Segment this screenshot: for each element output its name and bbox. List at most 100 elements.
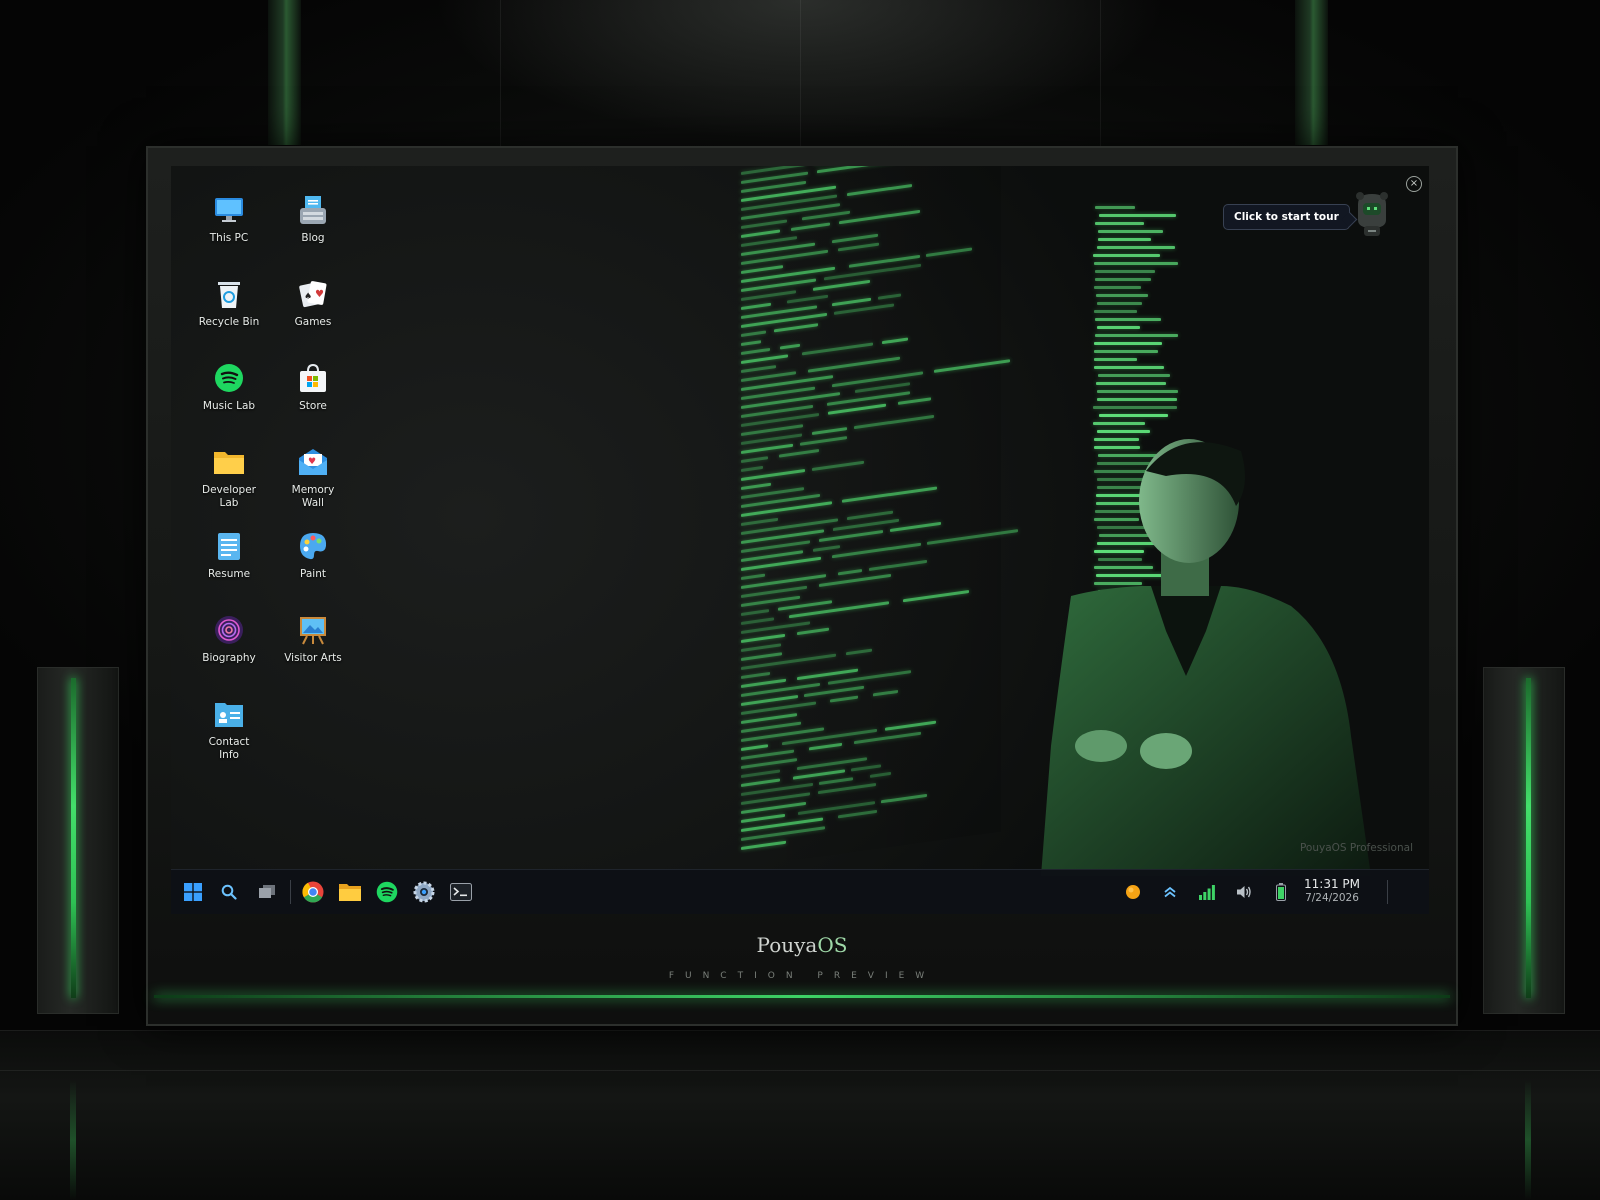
desktop-icon-resume[interactable]: Resume [197, 530, 261, 581]
code-line [741, 347, 770, 355]
code-line [741, 801, 807, 814]
desktop-icon-biography[interactable]: Biography [197, 614, 261, 665]
desktop-icon-contact-info[interactable]: Contact Info [197, 698, 261, 762]
code-line [1096, 382, 1167, 385]
status-dot-icon [1126, 885, 1140, 899]
code-line [1097, 246, 1176, 249]
code-line [741, 482, 772, 490]
code-line [898, 397, 931, 405]
file-explorer-icon [339, 884, 361, 901]
taskbar-terminal[interactable] [445, 876, 477, 908]
code-line [1098, 374, 1171, 377]
taskbar-file-explorer[interactable] [334, 876, 366, 908]
icon-label: Contact Info [208, 736, 250, 761]
code-line [1097, 398, 1177, 401]
code-line [877, 293, 901, 300]
code-line [847, 184, 912, 197]
code-line [850, 764, 882, 772]
code-line [741, 456, 768, 463]
code-line [1094, 366, 1164, 369]
code-line [778, 449, 819, 458]
os-edition-watermark: PouyaOS Professional [1299, 842, 1413, 854]
code-line [741, 443, 793, 454]
taskbar-chrome[interactable] [297, 876, 329, 908]
code-line [1094, 278, 1151, 281]
task-view-button[interactable] [251, 876, 283, 908]
desktop-icon-memory-wall[interactable]: ♥ Memory Wall [281, 446, 345, 510]
terminal-icon [450, 883, 472, 901]
battery-icon [1276, 883, 1286, 901]
code-line [741, 840, 786, 850]
code-line [741, 813, 786, 823]
code-line [807, 356, 901, 373]
code-line [838, 809, 877, 819]
start-tour-button[interactable]: Click to start tour [1223, 204, 1350, 230]
taskbar-clock[interactable]: 11:31 PM 7/24/2026 [1297, 877, 1367, 904]
code-line [1093, 254, 1161, 257]
svg-text:♠: ♠ [304, 292, 312, 302]
taskbar-spotify[interactable] [371, 876, 403, 908]
desktop-icon-games[interactable]: ♥ ♠ Games [281, 278, 345, 329]
icon-label: This PC [209, 232, 249, 244]
recycle-bin-icon [213, 278, 245, 310]
desktop-icon-visitor-arts[interactable]: Visitor Arts [281, 614, 345, 665]
code-line [816, 166, 900, 174]
desktop-icon-store[interactable]: Store [281, 362, 345, 413]
start-button[interactable] [177, 876, 209, 908]
notepad-icon [213, 530, 245, 562]
tray-network[interactable] [1191, 876, 1223, 908]
desktop-icon-this-pc[interactable]: This PC [197, 194, 261, 245]
code-line [818, 777, 854, 786]
tray-battery[interactable] [1265, 876, 1297, 908]
icon-label: Games [294, 316, 332, 328]
code-line [1093, 358, 1137, 361]
code-line [741, 229, 781, 238]
code-line [741, 758, 797, 769]
desktop-icon-paint[interactable]: Paint [281, 530, 345, 581]
close-tour-button[interactable]: × [1406, 176, 1422, 192]
icon-label: Recycle Bin [198, 316, 260, 328]
monitor-icon [213, 194, 245, 226]
code-line [811, 427, 847, 436]
folder-icon [213, 446, 245, 478]
desktop-screen[interactable]: PouyaOS Professional This PC Recycle Bin… [171, 166, 1429, 914]
desktop-icon-developer-lab[interactable]: Developer Lab [197, 446, 261, 510]
code-line [824, 263, 921, 281]
code-line [1095, 334, 1179, 337]
robot-assistant-icon[interactable] [1352, 190, 1392, 238]
code-line [741, 465, 764, 472]
code-line [1097, 238, 1152, 241]
code-line [799, 436, 848, 446]
typewriter-icon [297, 194, 329, 226]
tray-volume[interactable] [1228, 876, 1260, 908]
taskbar-settings[interactable] [408, 876, 440, 908]
code-line [834, 303, 894, 315]
palette-icon [297, 530, 329, 562]
code-line [741, 643, 781, 652]
search-icon [221, 884, 237, 900]
chrome-icon [302, 881, 324, 903]
code-line [741, 517, 778, 526]
signal-icon [1199, 885, 1215, 900]
code-line [818, 530, 884, 543]
code-line [812, 545, 840, 552]
tray-overflow-button[interactable] [1154, 876, 1186, 908]
code-line [741, 671, 770, 679]
code-line [817, 783, 876, 795]
code-line [837, 569, 862, 576]
code-line [797, 627, 829, 636]
code-line [801, 210, 850, 221]
icon-label: Developer Lab [201, 484, 256, 509]
search-button[interactable] [213, 876, 245, 908]
code-line [741, 354, 789, 364]
code-line [832, 297, 871, 307]
desktop-icon-blog[interactable]: Blog [281, 194, 345, 245]
code-line [925, 247, 972, 258]
desktop-icon-recycle-bin[interactable]: Recycle Bin [197, 278, 261, 329]
code-line [741, 433, 803, 445]
playing-cards-icon: ♥ ♠ [297, 278, 329, 310]
icon-label: Store [299, 400, 327, 412]
tray-status[interactable] [1117, 876, 1149, 908]
code-line [831, 542, 921, 559]
desktop-icon-music-lab[interactable]: Music Lab [197, 362, 261, 413]
